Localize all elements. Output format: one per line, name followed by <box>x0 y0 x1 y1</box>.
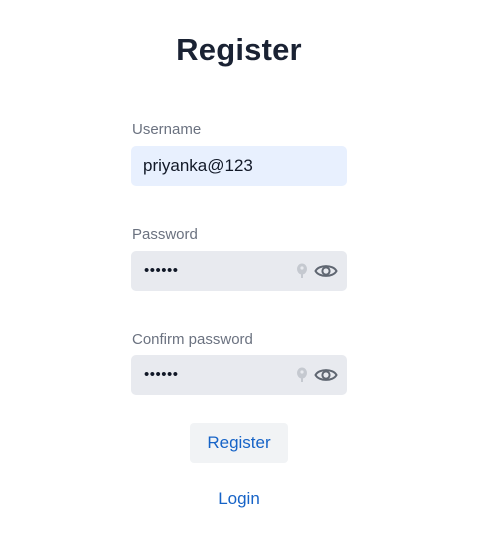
key-icon <box>297 263 307 278</box>
password-label: Password <box>132 226 198 243</box>
key-icon <box>297 367 307 382</box>
username-label: Username <box>132 121 202 138</box>
eye-icon[interactable] <box>314 261 338 281</box>
register-button[interactable]: Register <box>190 423 288 463</box>
page-title: Register <box>176 32 302 67</box>
login-link[interactable]: Login <box>0 489 478 509</box>
confirm-password-field[interactable]: •••••• <box>131 355 347 395</box>
password-masked-value: •••••• <box>144 262 179 279</box>
eye-icon[interactable] <box>314 365 338 385</box>
confirm-password-label: Confirm password <box>132 331 253 348</box>
username-field[interactable]: priyanka@123 <box>131 146 347 186</box>
confirm-password-masked-value: •••••• <box>144 366 179 383</box>
username-value: priyanka@123 <box>143 156 253 175</box>
password-field[interactable]: •••••• <box>131 251 347 291</box>
register-page: Register Username priyanka@123 Password … <box>0 0 498 552</box>
